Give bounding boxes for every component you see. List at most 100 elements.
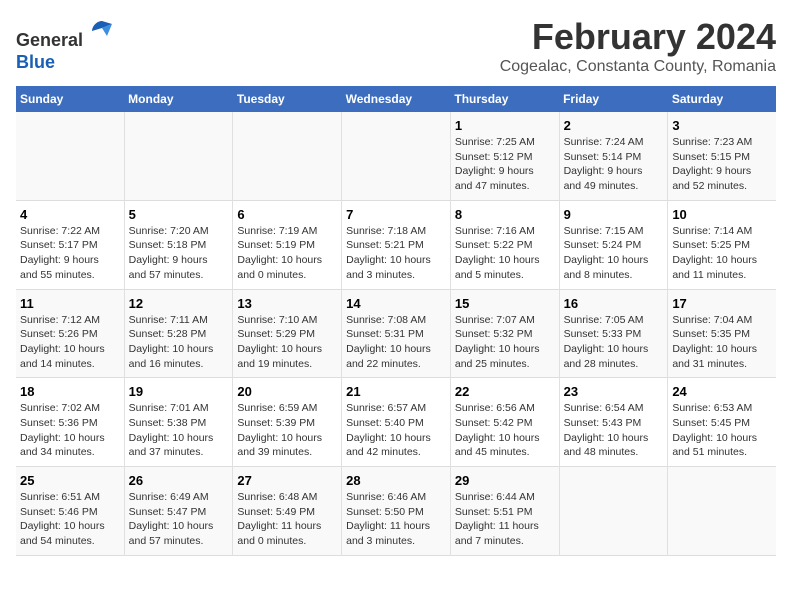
day-info: Sunrise: 7:12 AMSunset: 5:26 PMDaylight:… xyxy=(20,313,120,372)
day-info: Sunrise: 7:14 AMSunset: 5:25 PMDaylight:… xyxy=(672,224,772,283)
calendar-cell: 24 Sunrise: 6:53 AMSunset: 5:45 PMDayligh… xyxy=(668,378,776,467)
calendar-cell: 29 Sunrise: 6:44 AMSunset: 5:51 PMDayligh… xyxy=(450,467,559,556)
calendar-cell: 27 Sunrise: 6:48 AMSunset: 5:49 PMDayligh… xyxy=(233,467,342,556)
week-row-5: 25Sunrise: 6:51 AMSunset: 5:46 PMDayligh… xyxy=(16,467,776,556)
calendar-cell: 12Sunrise: 7:11 AMSunset: 5:28 PMDayligh… xyxy=(124,289,233,378)
day-info: Sunrise: 7:07 AMSunset: 5:32 PMDaylight:… xyxy=(455,313,555,372)
week-row-4: 18 Sunrise: 7:02 AMSunset: 5:36 PMDayligh… xyxy=(16,378,776,467)
day-number: 8 xyxy=(455,207,555,222)
calendar-cell: 4 Sunrise: 7:22 AMSunset: 5:17 PMDaylight… xyxy=(16,200,124,289)
day-info: Sunrise: 7:22 AMSunset: 5:17 PMDaylight:… xyxy=(20,224,120,283)
day-info: Sunrise: 6:57 AMSunset: 5:40 PMDaylight:… xyxy=(346,401,446,460)
day-number: 10 xyxy=(672,207,772,222)
col-wednesday: Wednesday xyxy=(342,86,451,112)
day-info: Sunrise: 7:16 AMSunset: 5:22 PMDaylight:… xyxy=(455,224,555,283)
day-info: Sunrise: 6:53 AMSunset: 5:45 PMDaylight:… xyxy=(672,401,772,460)
day-number: 3 xyxy=(672,118,772,133)
col-thursday: Thursday xyxy=(450,86,559,112)
calendar-cell: 26 Sunrise: 6:49 AMSunset: 5:47 PMDayligh… xyxy=(124,467,233,556)
col-saturday: Saturday xyxy=(668,86,776,112)
calendar-cell: 2Sunrise: 7:24 AMSunset: 5:14 PMDaylight… xyxy=(559,112,668,200)
calendar-cell: 21 Sunrise: 6:57 AMSunset: 5:40 PMDayligh… xyxy=(342,378,451,467)
calendar-cell: 5 Sunrise: 7:20 AMSunset: 5:18 PMDaylight… xyxy=(124,200,233,289)
day-number: 4 xyxy=(20,207,120,222)
day-number: 18 xyxy=(20,384,120,399)
day-info: Sunrise: 7:24 AMSunset: 5:14 PMDaylight:… xyxy=(564,135,664,194)
day-number: 6 xyxy=(237,207,337,222)
day-number: 27 xyxy=(237,473,337,488)
calendar-cell xyxy=(668,467,776,556)
col-friday: Friday xyxy=(559,86,668,112)
day-number: 9 xyxy=(564,207,664,222)
week-row-3: 11 Sunrise: 7:12 AMSunset: 5:26 PMDayligh… xyxy=(16,289,776,378)
day-info: Sunrise: 7:25 AMSunset: 5:12 PMDaylight:… xyxy=(455,135,555,194)
calendar-cell: 25Sunrise: 6:51 AMSunset: 5:46 PMDayligh… xyxy=(16,467,124,556)
calendar-cell: 18 Sunrise: 7:02 AMSunset: 5:36 PMDayligh… xyxy=(16,378,124,467)
calendar-cell: 8 Sunrise: 7:16 AMSunset: 5:22 PMDaylight… xyxy=(450,200,559,289)
day-number: 7 xyxy=(346,207,446,222)
page-title: February 2024 xyxy=(500,16,776,58)
logo: General Blue xyxy=(16,16,117,73)
page-subtitle: Cogealac, Constanta County, Romania xyxy=(500,58,776,76)
week-row-2: 4 Sunrise: 7:22 AMSunset: 5:17 PMDaylight… xyxy=(16,200,776,289)
day-info: Sunrise: 7:10 AMSunset: 5:29 PMDaylight:… xyxy=(237,313,337,372)
calendar-body: 1 Sunrise: 7:25 AMSunset: 5:12 PMDaylight… xyxy=(16,112,776,555)
day-number: 11 xyxy=(20,296,120,311)
day-number: 17 xyxy=(672,296,772,311)
calendar-cell: 3 Sunrise: 7:23 AMSunset: 5:15 PMDaylight… xyxy=(668,112,776,200)
day-number: 1 xyxy=(455,118,555,133)
day-info: Sunrise: 6:46 AMSunset: 5:50 PMDaylight:… xyxy=(346,490,446,549)
day-number: 16 xyxy=(564,296,664,311)
logo-bird-icon xyxy=(87,16,117,46)
calendar-cell: 20 Sunrise: 6:59 AMSunset: 5:39 PMDayligh… xyxy=(233,378,342,467)
calendar-cell xyxy=(124,112,233,200)
day-info: Sunrise: 7:23 AMSunset: 5:15 PMDaylight:… xyxy=(672,135,772,194)
calendar-cell: 22Sunrise: 6:56 AMSunset: 5:42 PMDayligh… xyxy=(450,378,559,467)
day-info: Sunrise: 7:05 AMSunset: 5:33 PMDaylight:… xyxy=(564,313,664,372)
day-info: Sunrise: 6:48 AMSunset: 5:49 PMDaylight:… xyxy=(237,490,337,549)
day-number: 14 xyxy=(346,296,446,311)
day-info: Sunrise: 7:08 AMSunset: 5:31 PMDaylight:… xyxy=(346,313,446,372)
calendar-cell: 16 Sunrise: 7:05 AMSunset: 5:33 PMDayligh… xyxy=(559,289,668,378)
day-number: 15 xyxy=(455,296,555,311)
calendar-cell: 7 Sunrise: 7:18 AMSunset: 5:21 PMDaylight… xyxy=(342,200,451,289)
header-row: Sunday Monday Tuesday Wednesday Thursday… xyxy=(16,86,776,112)
day-info: Sunrise: 6:59 AMSunset: 5:39 PMDaylight:… xyxy=(237,401,337,460)
calendar-header: Sunday Monday Tuesday Wednesday Thursday… xyxy=(16,86,776,112)
calendar-cell: 23Sunrise: 6:54 AMSunset: 5:43 PMDayligh… xyxy=(559,378,668,467)
calendar-cell: 19 Sunrise: 7:01 AMSunset: 5:38 PMDayligh… xyxy=(124,378,233,467)
calendar-cell: 15 Sunrise: 7:07 AMSunset: 5:32 PMDayligh… xyxy=(450,289,559,378)
calendar-cell: 9 Sunrise: 7:15 AMSunset: 5:24 PMDaylight… xyxy=(559,200,668,289)
logo-blue: Blue xyxy=(16,52,55,72)
calendar-cell: 10 Sunrise: 7:14 AMSunset: 5:25 PMDayligh… xyxy=(668,200,776,289)
day-number: 5 xyxy=(129,207,229,222)
day-info: Sunrise: 7:02 AMSunset: 5:36 PMDaylight:… xyxy=(20,401,120,460)
col-tuesday: Tuesday xyxy=(233,86,342,112)
day-info: Sunrise: 6:56 AMSunset: 5:42 PMDaylight:… xyxy=(455,401,555,460)
day-number: 24 xyxy=(672,384,772,399)
calendar-cell xyxy=(559,467,668,556)
day-number: 21 xyxy=(346,384,446,399)
day-number: 20 xyxy=(237,384,337,399)
calendar-cell xyxy=(233,112,342,200)
day-info: Sunrise: 7:19 AMSunset: 5:19 PMDaylight:… xyxy=(237,224,337,283)
title-block: February 2024 Cogealac, Constanta County… xyxy=(500,16,776,76)
calendar-cell: 1 Sunrise: 7:25 AMSunset: 5:12 PMDaylight… xyxy=(450,112,559,200)
day-number: 25 xyxy=(20,473,120,488)
day-number: 28 xyxy=(346,473,446,488)
calendar-table: Sunday Monday Tuesday Wednesday Thursday… xyxy=(16,86,776,556)
col-monday: Monday xyxy=(124,86,233,112)
calendar-cell: 14 Sunrise: 7:08 AMSunset: 5:31 PMDayligh… xyxy=(342,289,451,378)
day-info: Sunrise: 7:18 AMSunset: 5:21 PMDaylight:… xyxy=(346,224,446,283)
day-number: 26 xyxy=(129,473,229,488)
day-info: Sunrise: 7:20 AMSunset: 5:18 PMDaylight:… xyxy=(129,224,229,283)
calendar-cell: 17Sunrise: 7:04 AMSunset: 5:35 PMDayligh… xyxy=(668,289,776,378)
day-number: 12 xyxy=(129,296,229,311)
day-number: 23 xyxy=(564,384,664,399)
day-number: 29 xyxy=(455,473,555,488)
day-info: Sunrise: 6:44 AMSunset: 5:51 PMDaylight:… xyxy=(455,490,555,549)
day-info: Sunrise: 7:15 AMSunset: 5:24 PMDaylight:… xyxy=(564,224,664,283)
day-info: Sunrise: 7:01 AMSunset: 5:38 PMDaylight:… xyxy=(129,401,229,460)
day-info: Sunrise: 6:49 AMSunset: 5:47 PMDaylight:… xyxy=(129,490,229,549)
day-number: 19 xyxy=(129,384,229,399)
